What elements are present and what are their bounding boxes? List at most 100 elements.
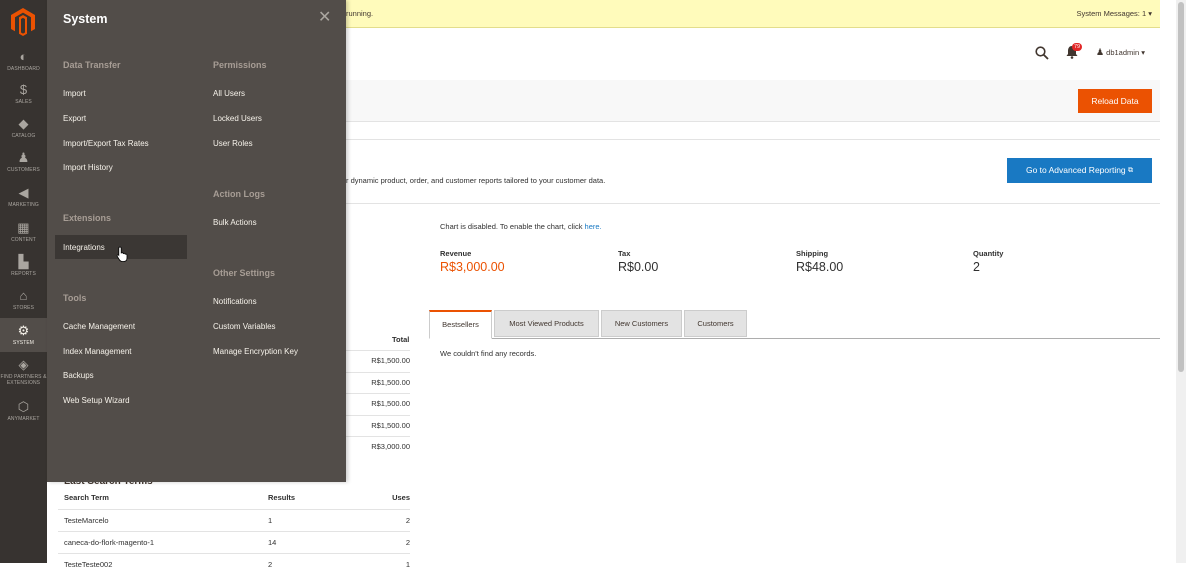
- external-link-icon: ⧉: [1128, 167, 1134, 174]
- page-actions-bar: Reload Data: [346, 80, 1160, 122]
- section-data-transfer: Data Transfer: [63, 60, 121, 70]
- tab-most-viewed-products[interactable]: Most Viewed Products: [494, 310, 599, 337]
- menu-item-manage-encryption-key[interactable]: Manage Encryption Key: [213, 347, 298, 356]
- megaphone-icon: ◀: [18, 185, 29, 200]
- table-row: R$1,500.00: [346, 415, 410, 436]
- menu-item-custom-variables[interactable]: Custom Variables: [213, 322, 276, 331]
- nav-sales[interactable]: $ SALES: [0, 82, 47, 105]
- metric-label: Shipping: [796, 249, 829, 258]
- close-icon[interactable]: ✕: [318, 10, 332, 26]
- username: db1admin: [1106, 48, 1140, 57]
- advanced-reporting-label: Go to Advanced Reporting: [1025, 165, 1126, 175]
- user-menu[interactable]: ♟ db1admin ▾: [1096, 47, 1145, 58]
- menu-item-export[interactable]: Export: [63, 114, 86, 123]
- system-menu-flyout: System ✕ Data Transfer Import Export Imp…: [47, 0, 346, 482]
- metric-shipping: Shipping R$48.00: [796, 249, 843, 274]
- advanced-reporting-button[interactable]: Go to Advanced Reporting ⧉: [1007, 158, 1152, 183]
- advanced-reporting-description: r dynamic product, order, and customer r…: [346, 176, 606, 185]
- nav-customers[interactable]: ♟ CUSTOMERS: [0, 150, 47, 173]
- nav-label: REPORTS: [11, 271, 36, 277]
- nav-reports[interactable]: ▙ REPORTS: [0, 254, 47, 277]
- gear-icon: ⚙: [17, 323, 30, 338]
- uses: 1: [405, 560, 410, 569]
- menu-item-integrations[interactable]: Integrations: [63, 243, 105, 252]
- nav-content[interactable]: ▦ CONTENT: [0, 220, 47, 243]
- system-message-bar: running. System Messages: 1 ▾: [346, 0, 1160, 28]
- dashboard-tabs: Bestsellers Most Viewed Products New Cus…: [429, 310, 1160, 339]
- system-messages-toggle[interactable]: System Messages: 1 ▾: [1077, 9, 1152, 18]
- tab-new-customers[interactable]: New Customers: [601, 310, 682, 337]
- nav-label: CONTENT: [11, 237, 36, 243]
- metric-value: R$3,000.00: [440, 260, 505, 274]
- menu-item-user-roles[interactable]: User Roles: [213, 139, 253, 148]
- column-header: Results: [268, 493, 296, 502]
- menu-item-import-history[interactable]: Import History: [63, 163, 113, 172]
- box-icon: ◆: [18, 116, 29, 131]
- section-other-settings: Other Settings: [213, 268, 276, 278]
- menu-item-web-setup-wizard[interactable]: Web Setup Wizard: [63, 396, 130, 405]
- table-row[interactable]: TesteMarcelo 1 2: [58, 509, 410, 531]
- table-row: R$1,500.00: [346, 372, 410, 393]
- uses: 2: [405, 538, 410, 547]
- results: 1: [268, 516, 273, 525]
- menu-item-notifications[interactable]: Notifications: [213, 297, 257, 306]
- nav-anymarket[interactable]: ⬡ ANYMARKET: [0, 399, 47, 422]
- table-row[interactable]: caneca-do-flork-magento-1 14 2: [58, 531, 410, 553]
- uses: 2: [405, 516, 410, 525]
- search-term: TesteMarcelo: [64, 516, 109, 525]
- divider: [346, 139, 1160, 140]
- system-message-text: running.: [346, 9, 374, 18]
- section-action-logs: Action Logs: [213, 189, 265, 199]
- tab-customers[interactable]: Customers: [684, 310, 747, 337]
- menu-item-locked-users[interactable]: Locked Users: [213, 114, 262, 123]
- nav-find-partners[interactable]: ◈ FIND PARTNERS & EXTENSIONS: [0, 357, 47, 387]
- search-term: TesteTeste002: [64, 560, 113, 569]
- nav-label: SYSTEM: [12, 340, 35, 346]
- section-tools: Tools: [63, 293, 87, 303]
- metric-label: Tax: [618, 249, 631, 258]
- metric-value: 2: [973, 260, 980, 274]
- reload-data-button[interactable]: Reload Data: [1078, 89, 1152, 113]
- order-total: R$1,500.00: [371, 378, 410, 387]
- hexagon-icon: ⬡: [17, 399, 30, 414]
- last-orders-total-header: Total: [392, 335, 410, 344]
- table-row[interactable]: TesteTeste002 2 1: [58, 553, 410, 575]
- search-icon[interactable]: [1035, 46, 1049, 60]
- order-total: R$3,000.00: [371, 442, 410, 451]
- menu-item-import-export-tax-rates[interactable]: Import/Export Tax Rates: [63, 139, 149, 148]
- results: 2: [268, 560, 273, 569]
- bar-chart-icon: ▙: [18, 254, 29, 269]
- menu-item-import[interactable]: Import: [63, 89, 86, 98]
- metric-label: Revenue: [440, 249, 472, 258]
- section-extensions: Extensions: [63, 213, 112, 223]
- chart-disabled-notice: Chart is disabled. To enable the chart, …: [440, 222, 602, 231]
- system-messages-label: System Messages: 1: [1076, 9, 1147, 18]
- metric-tax: Tax R$0.00: [618, 249, 658, 274]
- menu-item-all-users[interactable]: All Users: [213, 89, 245, 98]
- enable-chart-link[interactable]: here.: [585, 222, 602, 231]
- nav-marketing[interactable]: ◀ MARKETING: [0, 185, 47, 208]
- menu-item-cache-management[interactable]: Cache Management: [63, 322, 135, 331]
- order-total: R$1,500.00: [371, 399, 410, 408]
- menu-item-index-management[interactable]: Index Management: [63, 347, 132, 356]
- table-row: R$1,500.00: [346, 393, 410, 414]
- nav-system[interactable]: ⚙ SYSTEM: [0, 318, 47, 352]
- magento-logo[interactable]: [11, 8, 35, 36]
- dollar-icon: $: [19, 82, 28, 97]
- column-header: Uses: [392, 493, 410, 502]
- layout-icon: ▦: [17, 220, 30, 235]
- user-icon: ♟: [1096, 47, 1105, 57]
- table-row: R$1,500.00: [346, 350, 410, 371]
- scrollbar-thumb[interactable]: [1178, 2, 1184, 372]
- nav-stores[interactable]: ⌂ STORES: [0, 288, 47, 311]
- person-icon: ♟: [17, 150, 30, 165]
- nav-label: MARKETING: [8, 202, 39, 208]
- cube-icon: ◈: [18, 357, 29, 372]
- tab-bestsellers[interactable]: Bestsellers: [429, 310, 492, 339]
- column-header: Search Term: [64, 493, 109, 502]
- menu-item-bulk-actions[interactable]: Bulk Actions: [213, 218, 257, 227]
- nav-dashboard[interactable]: ◐ DASHBOARD: [0, 49, 47, 72]
- nav-catalog[interactable]: ◆ CATALOG: [0, 116, 47, 139]
- menu-item-backups[interactable]: Backups: [63, 371, 94, 380]
- admin-sidebar: ◐ DASHBOARD $ SALES ◆ CATALOG ♟ CUSTOMER…: [0, 0, 47, 563]
